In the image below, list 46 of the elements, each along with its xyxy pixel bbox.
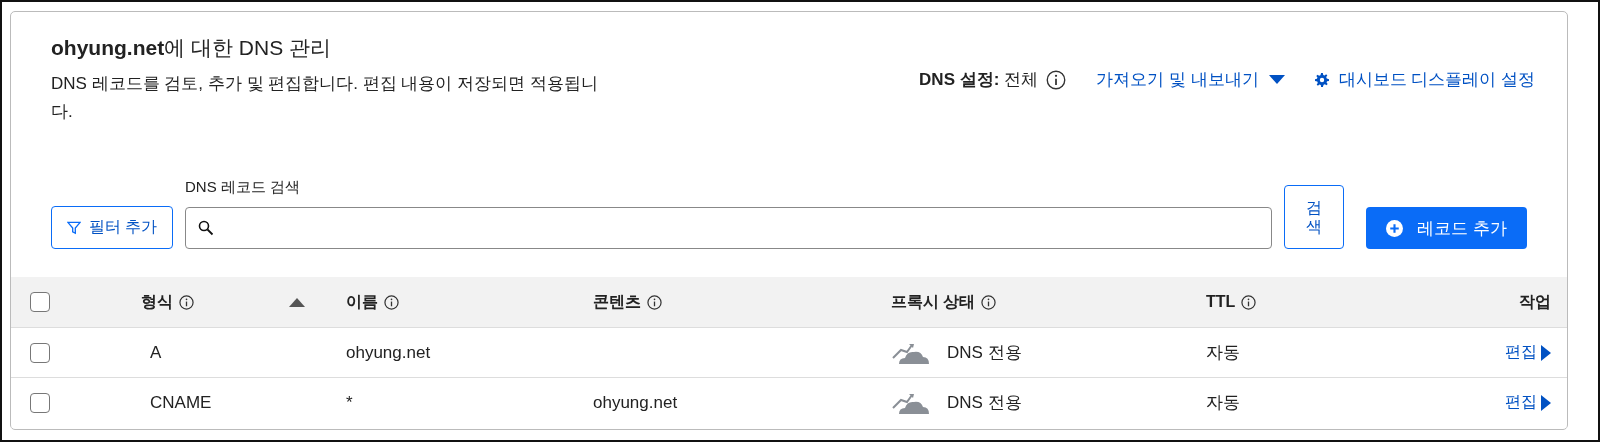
info-icon [1046,69,1067,90]
edit-link[interactable]: 편집 [1505,342,1551,363]
proxy-status-cell-text: DNS 전용 [947,392,1022,414]
proxy-status-cell-text: DNS 전용 [947,342,1022,364]
row-checkbox[interactable] [30,342,50,363]
ttl-cell-text: 자동 [1206,342,1241,364]
type-cell-text: CNAME [149,392,213,413]
plus-icon [1386,219,1404,237]
search-field[interactable] [185,207,1273,249]
name-cell-text: ohyung.net [346,342,432,363]
info-icon [981,294,997,310]
cloud-icon [891,391,931,414]
ttl-cell-text: 자동 [1206,392,1241,414]
info-icon [179,294,194,310]
caret-icon [1541,394,1551,411]
caret-icon [1268,74,1285,85]
search-button[interactable]: 검색 [1284,185,1345,249]
name-cell-text: * [346,392,354,413]
page-description: DNS 레코드를 검토, 추가 및 편집합니다. 편집 내용이 저장되면 적용됩니다. [51,73,599,123]
column-header[interactable]: 형식 [141,291,173,313]
search-icon [198,220,214,236]
select-all-checkbox[interactable] [30,292,50,312]
info-icon [384,294,399,310]
add-filter-button[interactable]: 필터 추가 [51,206,173,249]
row-checkbox[interactable] [30,392,50,413]
caret-icon [1541,344,1551,361]
page-title: ohyung.net에 대한 DNS 관리 [51,35,332,61]
column-header[interactable]: TTL [1206,293,1236,311]
dashboard-settings-link[interactable]: 대시보드 디스플레이 설정 [1314,68,1535,91]
info-icon [647,294,662,310]
column-header[interactable]: 프록시 상태 [891,291,976,313]
gear-icon [1314,72,1329,87]
column-header[interactable]: 콘텐츠 [593,291,641,313]
column-header[interactable]: 작업 [1519,291,1551,313]
cloud-icon [891,341,931,364]
dns-setting-text: DNS 설정: 전체 [919,69,1039,91]
info-icon [1241,294,1257,310]
import-export-link[interactable]: 가져오기 및 내보내기 [1096,68,1285,91]
type-cell-text: A [149,342,163,363]
search-label: DNS 레코드 검색 [185,178,301,197]
edit-link[interactable]: 편집 [1505,392,1551,413]
filter-icon [66,220,81,235]
sort-up-icon[interactable] [289,298,305,307]
add-record-button[interactable]: 레코드 추가 [1366,207,1527,249]
content-cell-text: ohyung.net [593,392,679,413]
column-header[interactable]: 이름 [346,291,378,313]
